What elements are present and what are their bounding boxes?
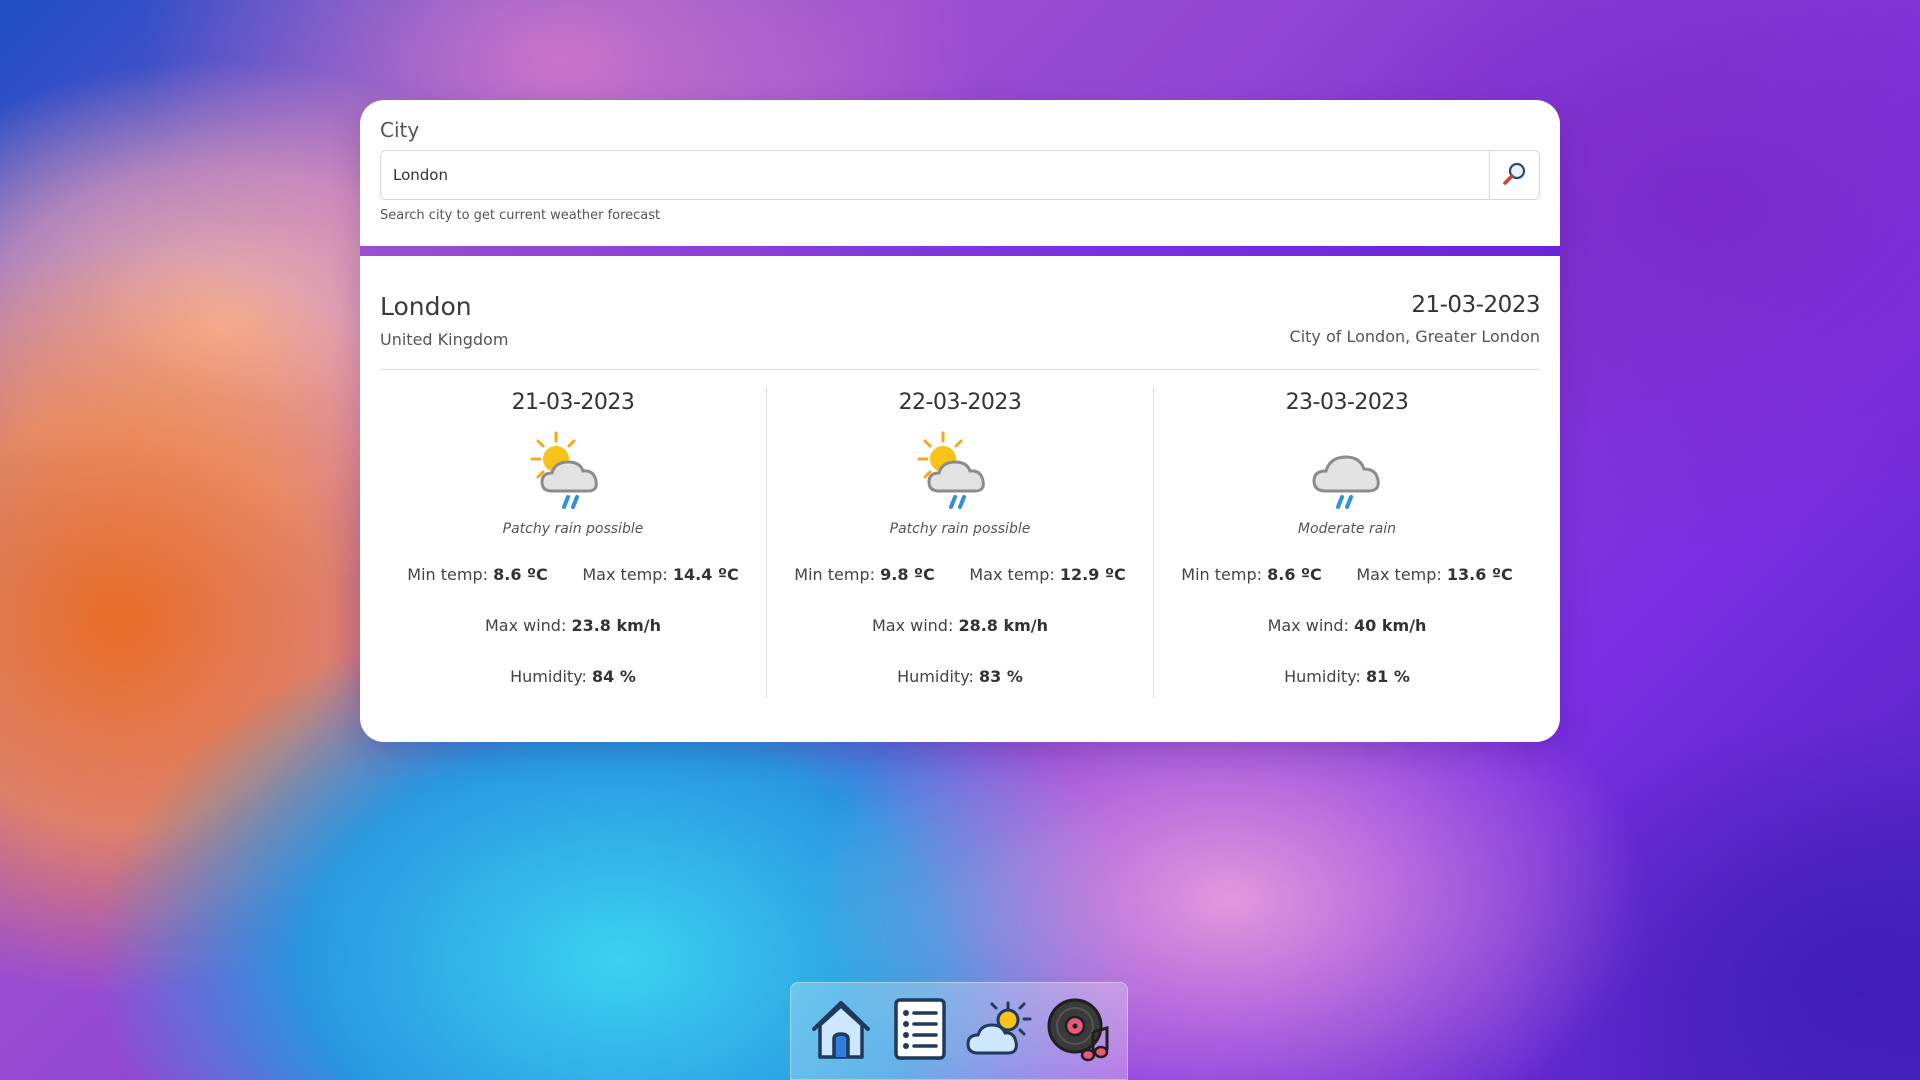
min-temp: Min temp: 8.6 ºC xyxy=(1181,565,1322,584)
forecast-day: 22-03-2023 Patchy rain possible Min temp… xyxy=(767,388,1154,698)
music-disc-icon xyxy=(1045,996,1111,1066)
dock-notes[interactable] xyxy=(885,996,955,1066)
dock-home[interactable] xyxy=(806,996,876,1066)
sun-cloud-rain-icon xyxy=(767,423,1153,519)
location-header: London United Kingdom 21-03-2023 City of… xyxy=(380,292,1541,349)
max-temp: Max temp: 12.9 ºC xyxy=(969,565,1126,584)
city-label: City xyxy=(380,118,420,142)
home-icon xyxy=(808,997,874,1065)
forecast-condition: Patchy rain possible xyxy=(502,521,644,537)
location-name: London xyxy=(380,292,472,321)
max-temp: Max temp: 14.4 ºC xyxy=(582,565,739,584)
forecast-date: 21-03-2023 xyxy=(511,390,635,415)
weather-card: City Search city to get current weather … xyxy=(360,100,1560,742)
forecast-temps: Min temp: 8.6 ºC Max temp: 13.6 ºC xyxy=(1154,565,1540,584)
notes-list-icon xyxy=(892,996,948,1066)
forecast-condition: Moderate rain xyxy=(1297,521,1397,537)
min-temp: Min temp: 8.6 ºC xyxy=(407,565,548,584)
weather-icon xyxy=(964,999,1034,1063)
accent-bar xyxy=(360,246,1560,256)
search-icon xyxy=(1502,161,1528,190)
app-dock xyxy=(790,982,1128,1080)
forecast-date: 22-03-2023 xyxy=(898,390,1022,415)
forecast-days: 21-03-2023 Patchy rain possible Min temp… xyxy=(380,388,1540,698)
weather-result: London United Kingdom 21-03-2023 City of… xyxy=(360,256,1560,698)
dock-weather[interactable] xyxy=(964,996,1034,1066)
forecast-temps: Min temp: 9.8 ºC Max temp: 12.9 ºC xyxy=(767,565,1153,584)
city-search-input[interactable] xyxy=(381,151,1489,199)
humidity: Humidity: 84 % xyxy=(510,667,636,686)
location-country: United Kingdom xyxy=(380,330,509,349)
dock-music[interactable] xyxy=(1043,996,1113,1066)
forecast-date: 23-03-2023 xyxy=(1285,390,1409,415)
humidity: Humidity: 81 % xyxy=(1284,667,1410,686)
forecast-condition: Patchy rain possible xyxy=(889,521,1031,537)
location-date: 21-03-2023 xyxy=(1411,292,1540,318)
search-section: City Search city to get current weather … xyxy=(360,100,1560,246)
humidity: Humidity: 83 % xyxy=(897,667,1023,686)
min-temp: Min temp: 9.8 ºC xyxy=(794,565,935,584)
max-wind: Max wind: 40 km/h xyxy=(1267,616,1427,635)
cloud-rain-icon xyxy=(1154,423,1540,519)
forecast-temps: Min temp: 8.6 ºC Max temp: 14.4 ºC xyxy=(380,565,766,584)
forecast-day: 23-03-2023 Moderate rain Min temp: 8.6 º… xyxy=(1154,388,1540,698)
max-temp: Max temp: 13.6 ºC xyxy=(1356,565,1513,584)
search-box xyxy=(380,150,1540,200)
max-wind: Max wind: 23.8 km/h xyxy=(484,616,662,635)
search-button[interactable] xyxy=(1489,151,1539,199)
forecast-day: 21-03-2023 Patchy rain possible Min temp… xyxy=(380,388,767,698)
max-wind: Max wind: 28.8 km/h xyxy=(871,616,1049,635)
search-helper-text: Search city to get current weather forec… xyxy=(380,208,661,223)
divider xyxy=(380,369,1540,370)
location-region: City of London, Greater London xyxy=(1289,327,1540,346)
sun-cloud-rain-icon xyxy=(380,423,766,519)
